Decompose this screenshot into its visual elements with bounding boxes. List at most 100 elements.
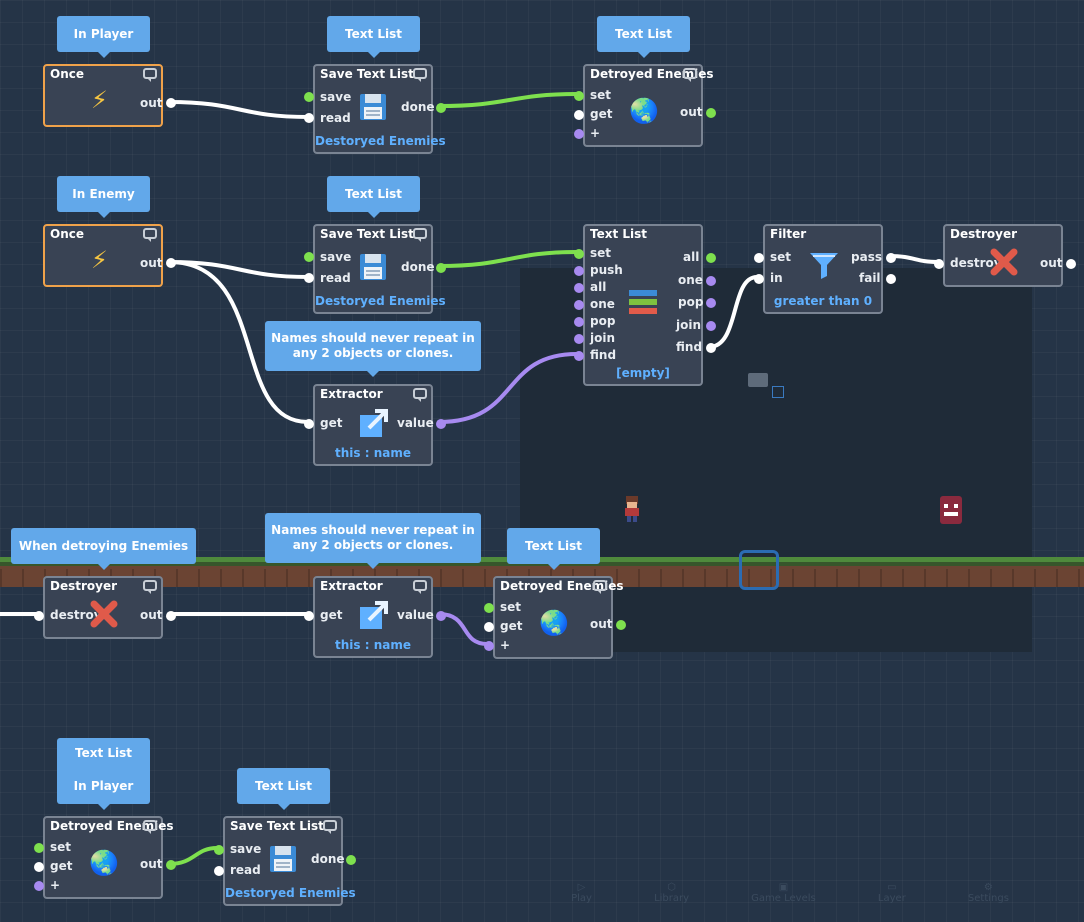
port-one[interactable]	[574, 300, 584, 310]
port-label-read: read	[320, 111, 351, 125]
port-plus[interactable]	[34, 881, 44, 891]
save-text-list-node-1[interactable]: Save Text List save read done Destoryed …	[304, 64, 446, 154]
extractor-node-2[interactable]: Extractor get value this : name	[304, 576, 446, 658]
port-save[interactable]	[304, 252, 314, 262]
once-node-1[interactable]: Once ⚡ out	[43, 64, 176, 127]
port-out-join[interactable]	[706, 321, 716, 331]
port-set[interactable]	[574, 249, 584, 259]
port-read[interactable]	[304, 113, 314, 123]
port-find[interactable]	[574, 351, 584, 361]
variable-node-2[interactable]: Detroyed Enemies set get + 🌏 out	[484, 576, 626, 659]
toolbar-play[interactable]: ▷ Play	[571, 882, 592, 922]
destroyer-node-2[interactable]: Destroyer destroy out	[34, 576, 176, 639]
port-out[interactable]	[166, 258, 176, 268]
toolbar-layer[interactable]: ▭ Layer	[878, 882, 906, 922]
variable-node-1[interactable]: Detroyed Enemies set get + 🌏 out	[574, 64, 716, 147]
cube-icon: ⬡	[667, 882, 676, 893]
node-title: Destroyer	[950, 227, 1018, 241]
port-out[interactable]	[166, 860, 176, 870]
comment-icon[interactable]	[143, 580, 157, 594]
save-text-list-node-2[interactable]: Save Text List save read done Destoryed …	[304, 224, 446, 314]
port-get[interactable]	[34, 862, 44, 872]
port-out-one[interactable]	[706, 276, 716, 286]
port-label-out-join: join	[676, 318, 702, 332]
node-subtitle: Destoryed Enemies	[315, 134, 446, 148]
floppy-disk-icon	[359, 253, 387, 287]
comment-icon[interactable]	[683, 68, 697, 82]
port-set[interactable]	[484, 603, 494, 613]
toolbar-library[interactable]: ⬡ Library	[654, 882, 689, 922]
port-save[interactable]	[214, 845, 224, 855]
extractor-node-1[interactable]: Extractor get value this : name	[304, 384, 446, 466]
port-label-get: get	[590, 107, 613, 121]
variable-node-3[interactable]: Detroyed Enemies set get + 🌏 out	[34, 816, 176, 899]
toolbar-settings[interactable]: ⚙ Settings	[968, 882, 1009, 922]
port-value[interactable]	[436, 611, 446, 621]
comment-icon[interactable]	[593, 580, 607, 594]
port-in[interactable]	[754, 274, 764, 284]
port-label-plus: +	[590, 126, 601, 140]
port-label-join: join	[590, 331, 616, 345]
lightning-icon: ⚡	[91, 86, 108, 114]
comment-icon[interactable]	[413, 228, 427, 242]
port-read[interactable]	[304, 273, 314, 283]
selection-frame	[739, 550, 779, 590]
text-list-node[interactable]: Text List set push all one pop join find…	[574, 224, 716, 386]
port-out[interactable]	[1066, 259, 1076, 269]
port-label-value: value	[397, 416, 434, 430]
comment-icon[interactable]	[413, 388, 427, 402]
port-save[interactable]	[304, 92, 314, 102]
port-value[interactable]	[436, 419, 446, 429]
port-fail[interactable]	[886, 274, 896, 284]
port-join[interactable]	[574, 334, 584, 344]
node-subtitle: greater than 0	[773, 294, 873, 308]
enemy-sprite	[940, 496, 962, 524]
comment-icon[interactable]	[413, 580, 427, 594]
once-node-2[interactable]: Once ⚡ out	[43, 224, 176, 287]
port-out[interactable]	[706, 108, 716, 118]
port-pass[interactable]	[886, 253, 896, 263]
toolbar-levels[interactable]: ▣ Game Levels	[751, 882, 816, 922]
port-plus[interactable]	[574, 129, 584, 139]
lightning-icon: ⚡	[91, 246, 108, 274]
filter-node[interactable]: Filter set in pass fail greater than 0	[754, 224, 896, 314]
port-out-all[interactable]	[706, 253, 716, 263]
port-done[interactable]	[346, 855, 356, 865]
destroyer-node-1[interactable]: Destroyer destroy out	[934, 224, 1076, 287]
comment-icon[interactable]	[413, 68, 427, 82]
port-done[interactable]	[436, 103, 446, 113]
port-all[interactable]	[574, 283, 584, 293]
tip-names-note-1: Names should never repeat in any 2 objec…	[265, 321, 481, 377]
port-get[interactable]	[484, 622, 494, 632]
save-text-list-node-3[interactable]: Save Text List save read done Destoryed …	[214, 816, 356, 906]
port-set[interactable]	[574, 91, 584, 101]
comment-icon[interactable]	[143, 228, 157, 242]
port-done[interactable]	[436, 263, 446, 273]
comment-icon[interactable]	[143, 820, 157, 834]
port-destroy[interactable]	[34, 611, 44, 621]
tip-in-enemy: In Enemy	[57, 176, 150, 218]
port-read[interactable]	[214, 866, 224, 876]
port-get[interactable]	[304, 419, 314, 429]
port-set[interactable]	[34, 843, 44, 853]
list-icon	[629, 288, 657, 322]
port-out[interactable]	[616, 620, 626, 630]
port-out-pop[interactable]	[706, 298, 716, 308]
port-label-value: value	[397, 608, 434, 622]
port-get[interactable]	[574, 110, 584, 120]
port-out[interactable]	[166, 611, 176, 621]
port-get[interactable]	[304, 611, 314, 621]
comment-icon[interactable]	[143, 68, 157, 82]
port-destroy[interactable]	[934, 259, 944, 269]
toolbar-settings-label: Settings	[967, 893, 1009, 904]
port-set[interactable]	[754, 253, 764, 263]
port-label-save: save	[230, 842, 262, 856]
port-pop[interactable]	[574, 317, 584, 327]
port-label-save: save	[320, 250, 352, 264]
wire-extract2-var2	[437, 612, 489, 646]
comment-icon[interactable]	[323, 820, 337, 834]
port-plus[interactable]	[484, 641, 494, 651]
port-out[interactable]	[166, 98, 176, 108]
port-out-find[interactable]	[706, 343, 716, 353]
port-push[interactable]	[574, 266, 584, 276]
